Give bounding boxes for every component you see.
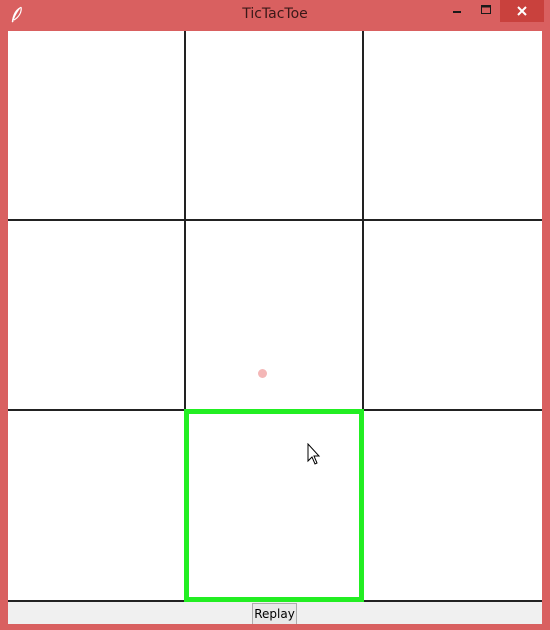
maximize-icon: [481, 5, 491, 14]
client-area: Replay: [8, 31, 542, 625]
grid-line-vertical-2: [362, 31, 364, 602]
board-cell-r3c2[interactable]: [185, 410, 363, 602]
board-cell-r1c3[interactable]: [363, 31, 542, 219]
close-button[interactable]: [500, 0, 544, 22]
board-cell-r3c1[interactable]: [8, 410, 185, 602]
close-icon: [517, 6, 527, 16]
window-bottom-frame: [0, 624, 550, 630]
board-cell-r2c1[interactable]: [8, 219, 185, 410]
minimize-icon: [453, 11, 461, 13]
tictactoe-window: TicTacToe Replay: [0, 0, 550, 630]
board-cell-r3c3[interactable]: [363, 410, 542, 602]
grid-line-vertical-1: [184, 31, 186, 602]
replay-button[interactable]: Replay: [252, 603, 297, 625]
minimize-button[interactable]: [442, 0, 472, 22]
board-cell-r2c2[interactable]: [185, 219, 363, 410]
title-bar[interactable]: TicTacToe: [0, 0, 550, 31]
board-cell-r1c1[interactable]: [8, 31, 185, 219]
grid-line-horizontal-1: [8, 219, 542, 221]
grid-line-horizontal-2: [8, 409, 542, 411]
game-board: [8, 31, 542, 602]
board-cell-r1c2[interactable]: [185, 31, 363, 219]
feather-icon: [11, 6, 22, 23]
board-cell-r2c3[interactable]: [363, 219, 542, 410]
maximize-button[interactable]: [472, 0, 500, 22]
faint-dot-mark: [258, 369, 267, 378]
grid-line-bottom: [8, 600, 542, 602]
